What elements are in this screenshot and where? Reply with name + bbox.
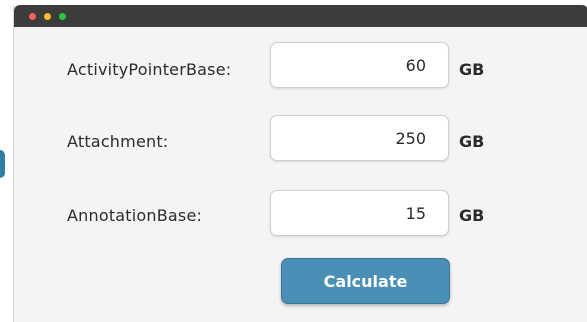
maximize-window-icon[interactable] xyxy=(59,13,66,20)
close-window-icon[interactable] xyxy=(29,13,36,20)
annotationbase-field-box xyxy=(270,190,449,236)
app-window: ActivityPointerBase: GB Attachment: GB A… xyxy=(13,5,587,322)
title-bar[interactable] xyxy=(14,5,587,27)
activitypointerbase-input[interactable] xyxy=(279,43,426,87)
attachment-field-box xyxy=(270,115,449,161)
activitypointerbase-label: ActivityPointerBase: xyxy=(67,60,232,79)
activitypointerbase-field-box xyxy=(270,42,449,88)
activitypointerbase-unit: GB xyxy=(459,60,485,79)
calculate-button[interactable]: Calculate xyxy=(281,258,450,304)
screen: ActivityPointerBase: GB Attachment: GB A… xyxy=(0,0,587,322)
attachment-unit: GB xyxy=(459,132,485,151)
annotationbase-label: AnnotationBase: xyxy=(67,206,203,225)
attachment-label: Attachment: xyxy=(67,132,169,151)
attachment-input[interactable] xyxy=(279,116,426,160)
side-panel-handle[interactable] xyxy=(0,150,5,178)
annotationbase-input[interactable] xyxy=(279,191,426,235)
annotationbase-unit: GB xyxy=(459,206,485,225)
minimize-window-icon[interactable] xyxy=(44,13,51,20)
